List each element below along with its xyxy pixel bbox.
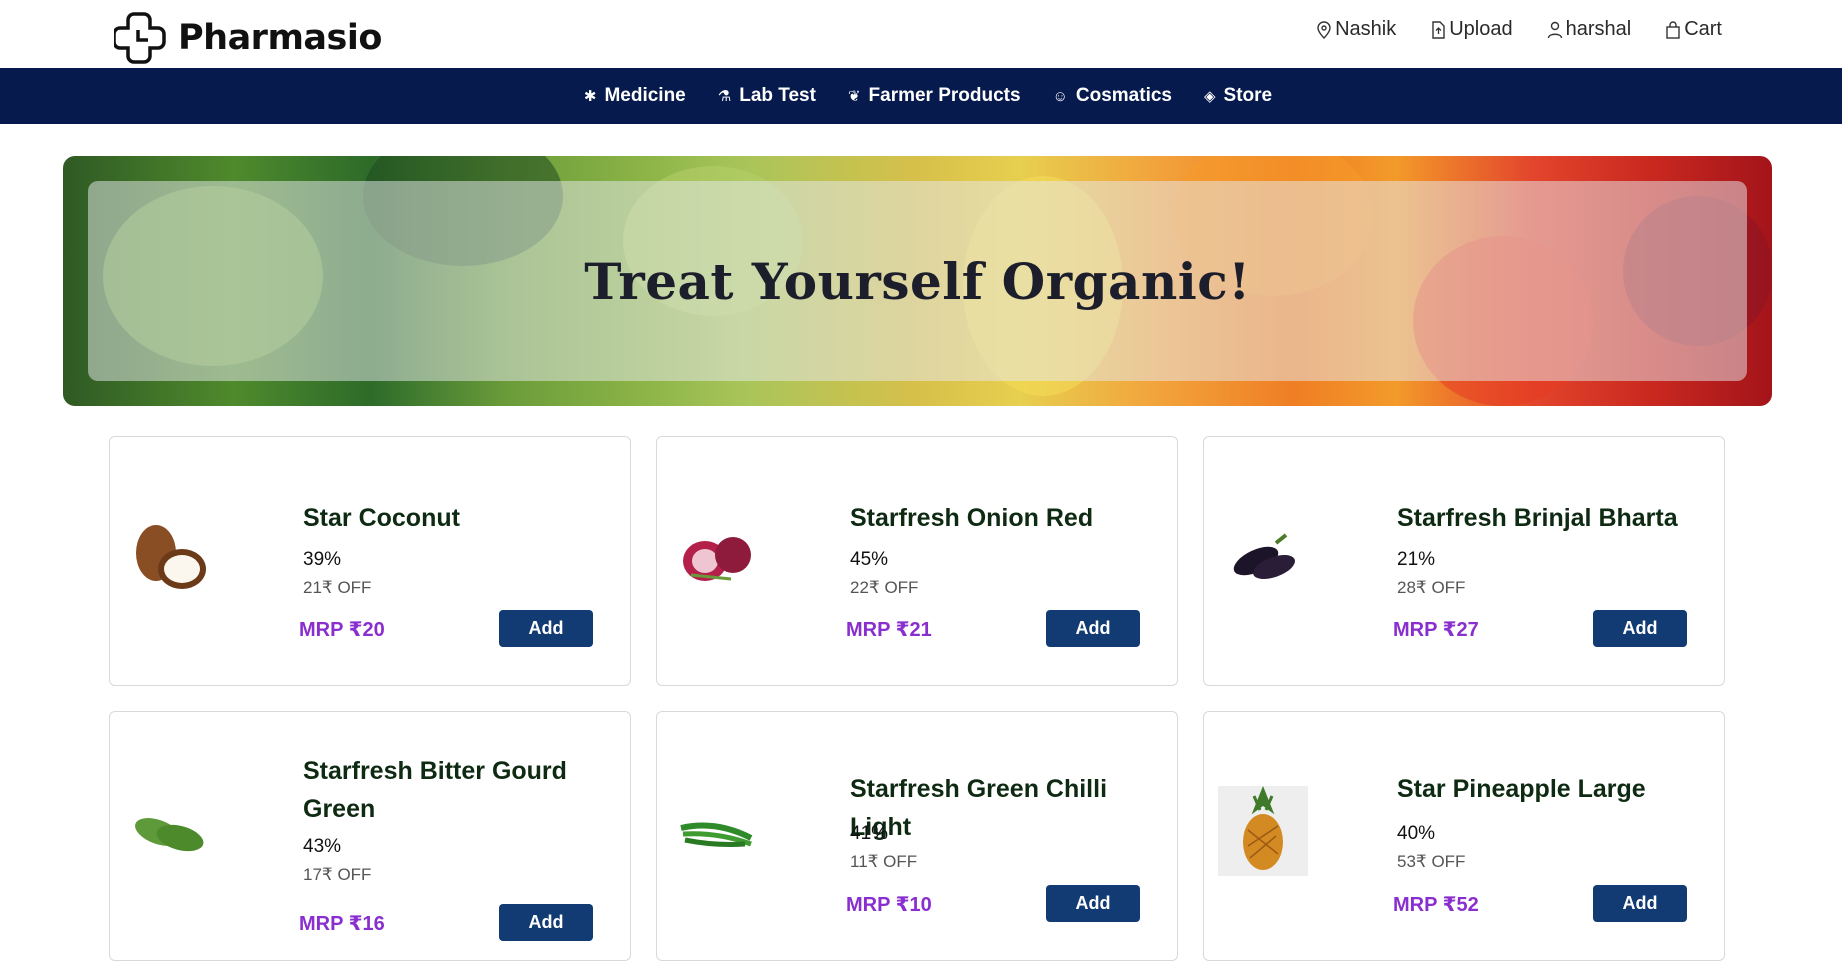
banner-title: Treat Yourself Organic!: [584, 251, 1251, 311]
pineapple-product-image: [1218, 786, 1308, 876]
file-upload-icon: [1432, 20, 1445, 39]
product-card[interactable]: Starfresh Green Chilli Light 41% 11₹ OFF…: [656, 711, 1178, 961]
product-name: Starfresh Onion Red: [850, 504, 1094, 532]
user-icon: [1547, 21, 1562, 38]
product-mrp: MRP ₹27: [1393, 619, 1479, 641]
discount-percent: 21%: [1397, 549, 1436, 570]
discount-percent: 39%: [303, 549, 342, 570]
nav-item-store[interactable]: ◈ Store: [1204, 85, 1272, 107]
product-card[interactable]: Star Coconut 39% 21₹ OFF MRP ₹20 Add: [109, 436, 631, 686]
product-name: Starfresh Bitter Gourd Green: [303, 757, 567, 823]
product-card[interactable]: Star Pineapple Large 40% 53₹ OFF MRP ₹52…: [1203, 711, 1725, 961]
face-icon: ☺: [1052, 87, 1068, 105]
brinjal-product-image: [1233, 533, 1295, 580]
banner-overlay: Treat Yourself Organic!: [88, 181, 1747, 381]
product-mrp: MRP ₹52: [1393, 894, 1479, 916]
discount-amount: 21₹ OFF: [303, 578, 372, 597]
product-mrp: MRP ₹20: [299, 619, 385, 641]
leaf-bowl-icon: ❦: [847, 88, 861, 105]
discount-amount: 22₹ OFF: [850, 578, 919, 597]
upload-label: Upload: [1449, 18, 1513, 40]
location-link[interactable]: Nashik: [1316, 18, 1396, 41]
nav-item-lab-test[interactable]: ⚗ Lab Test: [718, 85, 816, 107]
store-locator-icon: ◈: [1204, 88, 1216, 105]
nav-item-farmer-products[interactable]: ❦ Farmer Products: [848, 85, 1021, 107]
discount-percent: 45%: [850, 549, 889, 570]
discount-amount: 17₹ OFF: [303, 865, 372, 884]
location-label: Nashik: [1335, 18, 1397, 40]
add-to-cart-button[interactable]: Add: [1046, 885, 1140, 922]
discount-amount: 28₹ OFF: [1397, 578, 1466, 597]
product-card[interactable]: Starfresh Onion Red 45% 22₹ OFF MRP ₹21 …: [656, 436, 1178, 686]
nav-label: Cosmatics: [1075, 85, 1172, 106]
upload-link[interactable]: Upload: [1430, 18, 1513, 41]
pills-icon: ✱: [583, 88, 597, 105]
nav-label: Farmer Products: [868, 85, 1021, 106]
discount-percent: 43%: [303, 836, 342, 857]
product-name: Starfresh Brinjal Bharta: [1397, 504, 1678, 532]
user-link[interactable]: harshal: [1547, 18, 1632, 41]
product-card[interactable]: Starfresh Bitter Gourd Green 43% 17₹ OFF…: [109, 711, 631, 961]
location-pin-icon: [1317, 20, 1331, 39]
top-bar: Pharmasio Nashik Upload harshal Cart: [0, 0, 1842, 68]
cart-link[interactable]: Cart: [1665, 18, 1722, 41]
discount-percent: 40%: [1397, 823, 1436, 844]
product-card[interactable]: Starfresh Brinjal Bharta 21% 28₹ OFF MRP…: [1203, 436, 1725, 686]
product-name: Star Coconut: [303, 504, 460, 532]
nav-item-cosmatics[interactable]: ☺ Cosmatics: [1053, 85, 1172, 107]
nav-item-medicine[interactable]: ✱ Medicine: [584, 85, 686, 107]
product-name: Star Pineapple Large: [1397, 775, 1646, 803]
discount-amount: 11₹ OFF: [850, 852, 918, 871]
medical-cross-logo-icon: [114, 11, 166, 64]
main-navbar: ✱ Medicine ⚗ Lab Test ❦ Farmer Products …: [0, 68, 1842, 124]
add-to-cart-button[interactable]: Add: [1593, 885, 1687, 922]
shopping-bag-icon: [1666, 20, 1680, 39]
nav-label: Medicine: [604, 85, 686, 106]
nav-label: Lab Test: [739, 85, 816, 106]
onion-product-image: [683, 537, 751, 581]
discount-percent: 41%: [850, 823, 889, 844]
nav-label: Store: [1223, 85, 1273, 106]
user-label: harshal: [1565, 18, 1632, 40]
microscope-icon: ⚗: [717, 88, 732, 105]
cart-label: Cart: [1684, 18, 1722, 40]
add-to-cart-button[interactable]: Add: [1046, 610, 1140, 647]
product-mrp: MRP ₹10: [846, 894, 932, 916]
brand-name: Pharmasio: [178, 17, 382, 58]
discount-amount: 53₹ OFF: [1397, 852, 1466, 871]
green-chilli-product-image: [680, 822, 753, 847]
bitter-gourd-product-image: [135, 818, 204, 852]
product-name: Starfresh Green Chilli Light: [850, 775, 1108, 841]
coconut-product-image: [136, 525, 206, 589]
add-to-cart-button[interactable]: Add: [1593, 610, 1687, 647]
brand-logo[interactable]: Pharmasio: [114, 10, 382, 65]
product-mrp: MRP ₹16: [299, 913, 385, 935]
top-links: Nashik Upload harshal Cart: [1316, 18, 1722, 41]
product-mrp: MRP ₹21: [846, 619, 932, 641]
add-to-cart-button[interactable]: Add: [499, 610, 593, 647]
hero-banner: Treat Yourself Organic!: [63, 156, 1772, 406]
